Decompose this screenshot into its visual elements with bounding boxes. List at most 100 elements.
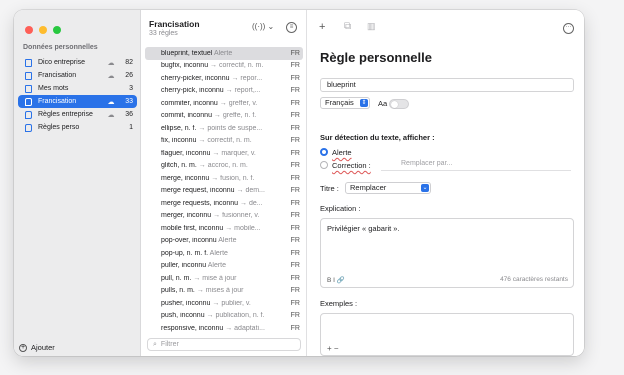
sidebar-heading: Données personnelles	[23, 44, 98, 51]
rule-language: FR	[290, 199, 300, 207]
format-buttons[interactable]: B I 🔗	[327, 276, 345, 284]
rules-list-pane: Francisation 33 règles ((·)) ⌄ ≡ bluepri…	[141, 10, 307, 356]
list-item[interactable]: push, inconnu → publication, n. f. FR	[145, 310, 303, 323]
filter-placeholder: Filtrer	[160, 341, 179, 348]
sidebar-item[interactable]: Règles entreprise ☁ 36	[18, 108, 137, 121]
rule-hint: → publication, n. f.	[206, 312, 265, 320]
alert-option-label[interactable]: Alerte	[332, 148, 352, 157]
list-subtitle: 33 règles	[149, 30, 178, 37]
cloud-icon: ☁	[107, 98, 115, 106]
detect-heading: Sur détection du texte, afficher :	[320, 133, 435, 142]
cloud-icon: ☁	[107, 59, 115, 67]
rule-hint: → correctif, n. m.	[198, 137, 252, 145]
rule-language: FR	[290, 149, 300, 157]
list-item[interactable]: merge request, inconnu → dem... FR	[145, 185, 303, 198]
title-select[interactable]: Remplacer ⌄	[345, 182, 431, 194]
rule-language: FR	[290, 312, 300, 320]
sidebar-item-count: 33	[125, 98, 133, 105]
list-title: Francisation	[149, 19, 200, 29]
case-toggle[interactable]	[389, 99, 409, 109]
list-item[interactable]: cherry-pick, inconnu → report,... FR	[145, 85, 303, 98]
correction-option-label[interactable]: Correction :	[332, 161, 371, 170]
list-item[interactable]: puller, inconnu Alerte FR	[145, 260, 303, 273]
close-button[interactable]	[25, 26, 33, 34]
rule-term: blueprint, textuel	[161, 49, 213, 57]
list-item[interactable]: blueprint, textuel Alerte FR	[145, 47, 303, 60]
list-item[interactable]: commit, inconnu → greffe, n. f. FR	[145, 110, 303, 123]
filter-menu-icon[interactable]: ≡	[286, 22, 297, 33]
correction-radio[interactable]	[320, 161, 328, 169]
filter-input[interactable]: ⌕ Filtrer	[147, 338, 301, 351]
plus-icon: +	[19, 343, 27, 352]
duplicate-icon[interactable]: ⧉	[344, 21, 351, 32]
title-value: Remplacer	[350, 183, 387, 192]
correction-input[interactable]: Remplacer par...	[381, 160, 571, 171]
explanation-textarea[interactable]: Privilégier « gabarit ». B I 🔗 476 carac…	[320, 218, 574, 288]
list-item[interactable]: merge requests, inconnu → de... FR	[145, 197, 303, 210]
list-item[interactable]: ellipse, n. f. → points de suspe... FR	[145, 122, 303, 135]
title-label: Titre :	[320, 184, 339, 193]
rule-hint: → fusionner, v.	[213, 212, 260, 220]
rule-language: FR	[290, 62, 300, 70]
sidebar-item[interactable]: Règles perso 1	[18, 121, 137, 134]
alert-radio[interactable]	[320, 148, 328, 156]
list-item[interactable]: pusher, inconnu → publier, v. FR	[145, 297, 303, 310]
rule-language: FR	[290, 274, 300, 282]
examples-label: Exemples :	[320, 299, 358, 308]
rule-hint: → de...	[240, 199, 263, 207]
list-item[interactable]: pop-up, n. m. f. Alerte FR	[145, 247, 303, 260]
app-window: Données personnelles Dico entreprise ☁ 82 F…	[14, 10, 584, 356]
trash-icon[interactable]: ▥	[367, 21, 376, 32]
sidebar-item-label: Francisation	[38, 98, 77, 105]
rule-term: merger, inconnu	[161, 212, 212, 220]
list-item[interactable]: glitch, n. m. → accroc, n. m. FR	[145, 160, 303, 173]
cloud-icon: ☁	[107, 111, 115, 119]
rule-term: commiter, inconnu	[161, 99, 218, 107]
sidebar-item[interactable]: Dico entreprise ☁ 82	[18, 56, 137, 69]
rule-language: FR	[290, 87, 300, 95]
rule-hint: → adaptati...	[225, 324, 265, 332]
list-item[interactable]: commiter, inconnu → greffer, v. FR	[145, 97, 303, 110]
zoom-button[interactable]	[53, 26, 61, 34]
rule-language: FR	[290, 187, 300, 195]
list-item[interactable]: responsive, inconnu → adaptati... FR	[145, 322, 303, 333]
list-item[interactable]: cherry-picker, inconnu → repor... FR	[145, 72, 303, 85]
add-rule-icon[interactable]: +	[319, 21, 325, 33]
cloud-icon: ☁	[107, 72, 115, 80]
rule-term: mobile first, inconnu	[161, 224, 224, 232]
sidebar-item-label: Francisation	[38, 72, 77, 79]
list-item[interactable]: pulls, n. m. → mises à jour FR	[145, 285, 303, 298]
list-item[interactable]: merge, inconnu → fusion, n. f. FR	[145, 172, 303, 185]
examples-add-remove[interactable]: + −	[327, 344, 339, 353]
rule-hint: → accroc, n. m.	[198, 162, 248, 170]
rule-term: puller, inconnu	[161, 262, 207, 270]
chevron-updown-icon: ⇕	[360, 99, 368, 107]
list-item[interactable]: bugfix, inconnu → correctif, n. m. FR	[145, 60, 303, 73]
dictionary-icon	[25, 58, 32, 67]
rule-term: responsive, inconnu	[161, 324, 224, 332]
list-item[interactable]: fix, inconnu → correctif, n. m. FR	[145, 135, 303, 148]
list-item[interactable]: merger, inconnu → fusionner, v. FR	[145, 210, 303, 223]
list-item[interactable]: flaguer, inconnu → marquer, v. FR	[145, 147, 303, 160]
rule-language: FR	[290, 124, 300, 132]
list-item[interactable]: mobile first, inconnu → mobile... FR	[145, 222, 303, 235]
rules-list: blueprint, textuel Alerte FR bugfix, incon…	[145, 47, 303, 333]
rule-language: FR	[290, 162, 300, 170]
rule-hint: Alerte	[213, 49, 233, 57]
list-item[interactable]: pull, n. m. → mise à jour FR	[145, 272, 303, 285]
rule-hint: → dem...	[236, 187, 265, 195]
list-item[interactable]: pop-over, inconnu Alerte FR	[145, 235, 303, 248]
term-field[interactable]: blueprint	[320, 78, 574, 92]
more-icon[interactable]: ···	[563, 23, 574, 34]
minimize-button[interactable]	[39, 26, 47, 34]
language-select[interactable]: Français ⇕	[320, 97, 370, 109]
examples-box[interactable]: + −	[320, 313, 574, 356]
sidebar-item[interactable]: Mes mots 3	[18, 82, 137, 95]
rule-term: commit, inconnu	[161, 112, 212, 120]
sidebar-item-count: 26	[125, 72, 133, 79]
sidebar-item[interactable]: Francisation ☁ 33	[18, 95, 137, 108]
sidebar-item[interactable]: Francisation ☁ 26	[18, 69, 137, 82]
dictionary-icon	[25, 71, 32, 80]
add-button[interactable]: + Ajouter	[19, 343, 55, 352]
broadcast-icon[interactable]: ((·)) ⌄	[252, 22, 274, 31]
